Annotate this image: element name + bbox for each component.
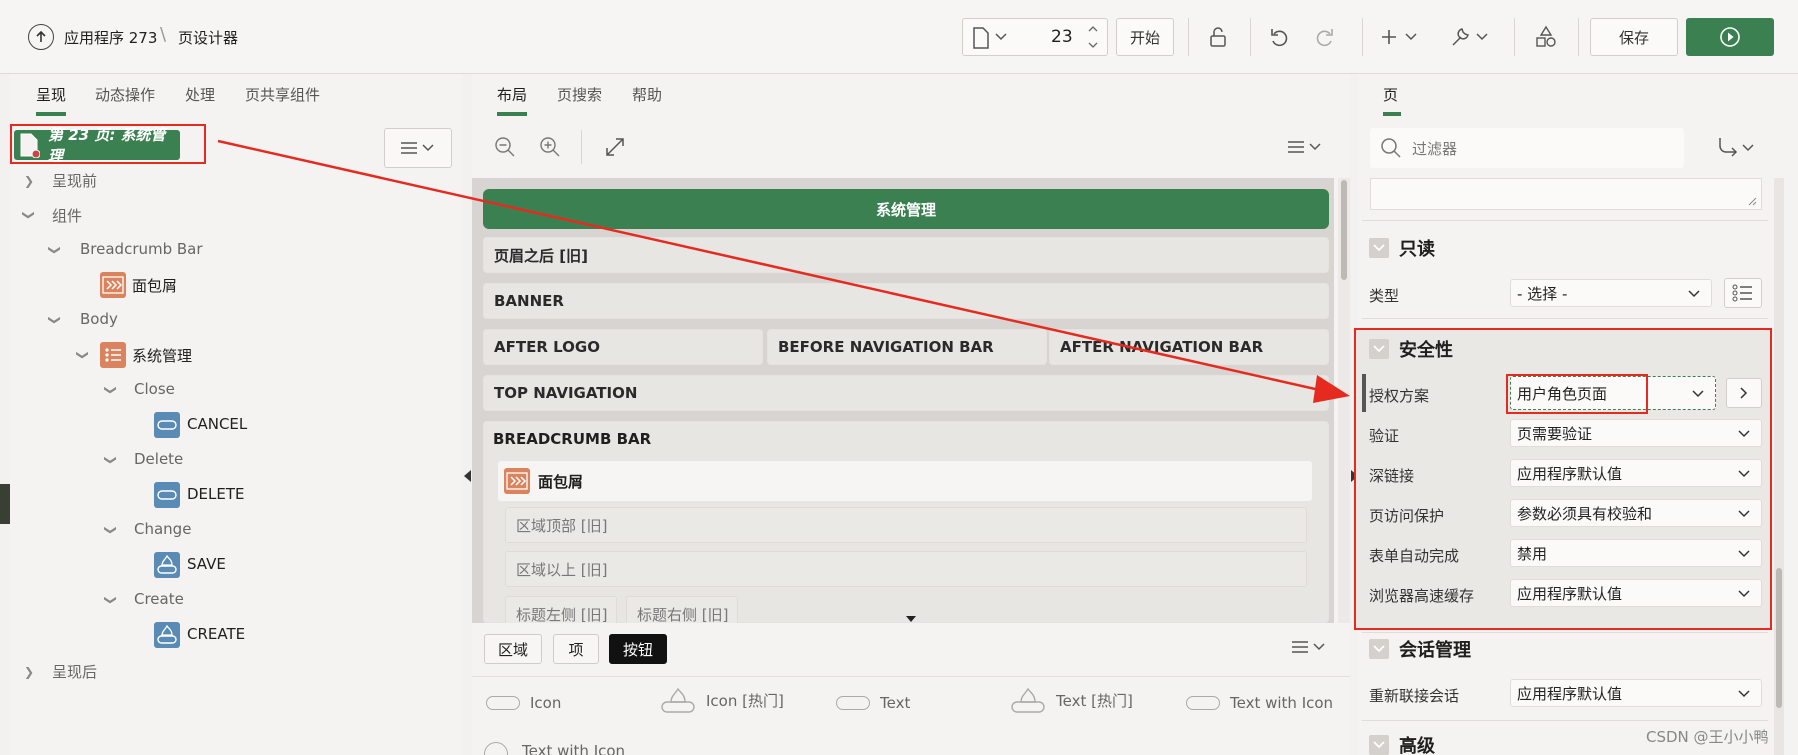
annotation-arrow xyxy=(217,139,1350,403)
